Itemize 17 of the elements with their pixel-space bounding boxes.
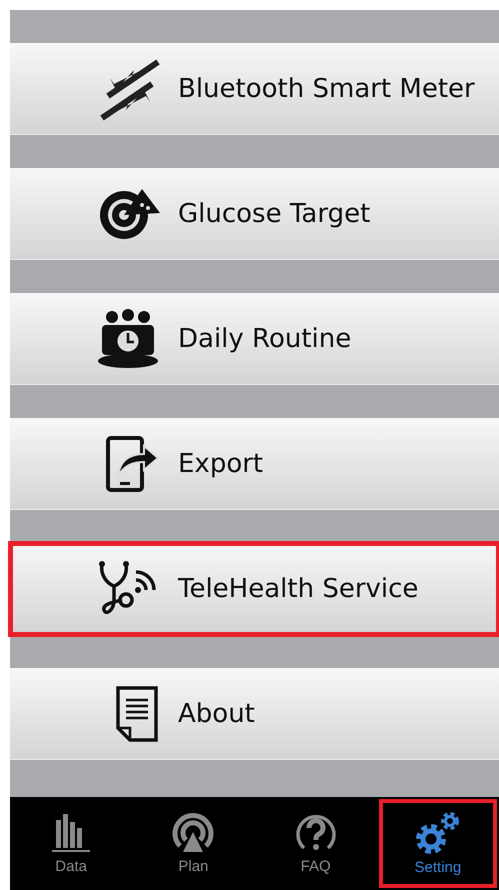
tab[interactable]: Setting [376, 797, 499, 890]
menu-item[interactable]: TeleHealth Service [10, 543, 499, 635]
broadcast-icon [172, 812, 214, 854]
menu-item[interactable]: Bluetooth Smart Meter [10, 43, 499, 135]
menu-item[interactable]: About [10, 668, 499, 760]
bar-chart-icon [50, 812, 92, 854]
menu-item[interactable]: Export [10, 418, 499, 510]
tab[interactable]: Plan [132, 797, 254, 890]
tab[interactable]: FAQ [254, 797, 377, 890]
menu-item[interactable]: Glucose Target [10, 168, 499, 260]
phone-share-icon [106, 436, 160, 492]
gears-icon [414, 811, 461, 855]
tab[interactable]: Data [10, 797, 132, 890]
menu-item[interactable]: Daily Routine [10, 293, 499, 385]
document-icon [116, 686, 160, 742]
target-icon [98, 186, 160, 240]
people-clock-icon [96, 308, 160, 368]
